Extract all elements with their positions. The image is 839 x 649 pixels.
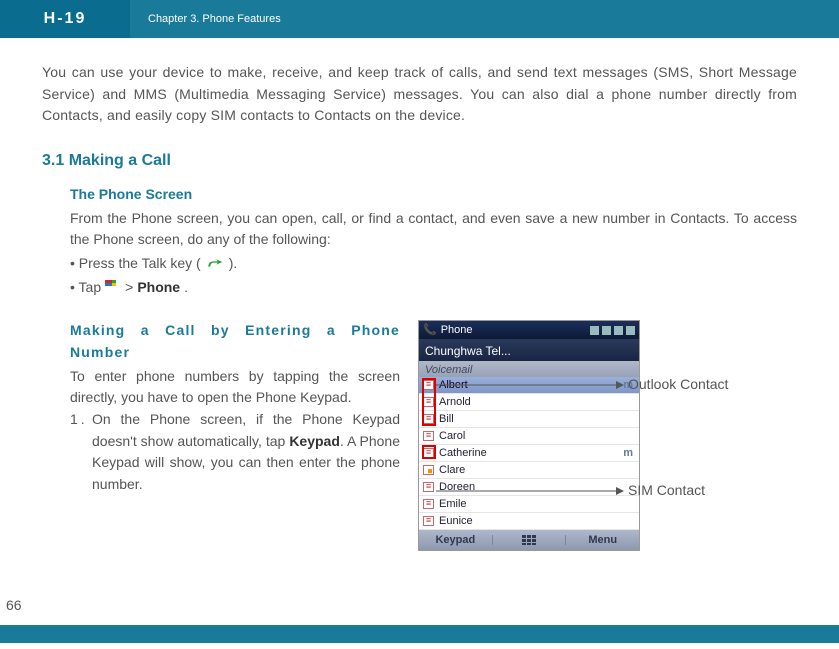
subsection-entering-number-title: Making a Call by Entering a Phone Number <box>70 320 400 363</box>
section-heading: 3.1 Making a Call <box>42 149 797 174</box>
bullet-text-close: ). <box>229 253 238 275</box>
subsection-phone-screen-title: The Phone Screen <box>70 184 797 206</box>
talk-key-icon <box>205 257 225 271</box>
contact-name: Eunice <box>439 513 473 530</box>
outlook-contact-icon: ≡ <box>423 414 434 424</box>
list-item[interactable]: ≡ Catherine m <box>419 445 639 462</box>
outlook-contact-icon: ≡ <box>423 380 434 390</box>
mobile-indicator: m <box>623 445 635 462</box>
bullet-text: • Press the Talk key ( <box>70 253 201 275</box>
phone-app-icon: 📞 <box>423 322 437 339</box>
footer-bar <box>0 625 839 643</box>
outlook-contact-icon: ≡ <box>423 431 434 441</box>
close-icon <box>626 326 635 335</box>
subsection-entering-number-body: To enter phone numbers by tapping the sc… <box>70 366 400 409</box>
contact-name: Catherine <box>439 445 487 462</box>
callout-arrow-icon <box>436 485 624 497</box>
softkey-keypad[interactable]: Keypad <box>419 532 492 549</box>
page-number: 66 <box>6 597 22 613</box>
step-number: 1. <box>70 409 92 496</box>
list-item[interactable]: ≡ Bill <box>419 411 639 428</box>
callout-arrow-icon <box>436 379 624 391</box>
bullet-tap-start: • Tap > Phone. <box>70 277 797 299</box>
keypad-label: Keypad <box>289 433 340 449</box>
phone-titlebar: 📞 Phone <box>419 321 639 339</box>
contact-name: Clare <box>439 462 465 479</box>
list-item[interactable]: ≡ Eunice <box>419 513 639 530</box>
status-icons <box>590 326 635 335</box>
contact-name: Carol <box>439 428 465 445</box>
outlook-contact-icon: ≡ <box>423 397 434 407</box>
phone-screenshot: 📞 Phone Chunghwa Tel... Voicemail <box>418 320 640 551</box>
intro-paragraph: You can use your device to make, receive… <box>42 62 797 127</box>
list-item[interactable]: ≡ Carol <box>419 428 639 445</box>
period: . <box>184 277 188 299</box>
outlook-contact-icon: ≡ <box>423 482 434 492</box>
outlook-contact-icon: ≡ <box>423 499 434 509</box>
contact-list: ≡ Albert m ≡ Arnold ≡ Bill <box>419 377 639 530</box>
carrier-label: Chunghwa Tel... <box>419 339 639 361</box>
phone-label: Phone <box>137 277 180 299</box>
list-item[interactable]: ≡ Arnold <box>419 394 639 411</box>
volume-icon <box>602 326 611 335</box>
sim-contact-icon <box>423 465 434 475</box>
subsection-phone-screen-body: From the Phone screen, you can open, cal… <box>70 208 797 251</box>
brand-logo: H-19 <box>0 0 130 38</box>
windows-start-icon <box>105 280 121 294</box>
callout-outlook: Outlook Contact <box>436 374 728 396</box>
callout-label: Outlook Contact <box>628 374 728 396</box>
chapter-title: Chapter 3. Phone Features <box>130 13 281 25</box>
callout-label: SIM Contact <box>628 480 705 502</box>
battery-icon <box>614 326 623 335</box>
softkey-menu[interactable]: Menu <box>566 532 639 549</box>
list-item[interactable]: Clare <box>419 462 639 479</box>
right-column: 📞 Phone Chunghwa Tel... Voicemail <box>418 320 797 551</box>
signal-icon <box>590 326 599 335</box>
callout-sim: SIM Contact <box>436 480 705 502</box>
contact-name: Arnold <box>439 394 471 411</box>
phone-softkey-bar: Keypad Menu <box>419 530 639 550</box>
phone-app-title: Phone <box>441 322 473 339</box>
bullet-text: • Tap <box>70 277 101 299</box>
left-column: Making a Call by Entering a Phone Number… <box>70 320 400 551</box>
top-bar: H-19 Chapter 3. Phone Features <box>0 0 839 38</box>
page-content: You can use your device to make, receive… <box>0 38 839 551</box>
step-1: 1. On the Phone screen, if the Phone Key… <box>70 409 400 496</box>
contact-name: Bill <box>439 411 454 428</box>
outlook-contact-icon: ≡ <box>423 516 434 526</box>
outlook-contact-icon: ≡ <box>423 448 434 458</box>
bullet-press-talk: • Press the Talk key ( ). <box>70 253 797 275</box>
keypad-icon <box>522 535 536 545</box>
gt-symbol: > <box>125 277 133 299</box>
softkey-keypad-icon[interactable] <box>492 535 567 545</box>
